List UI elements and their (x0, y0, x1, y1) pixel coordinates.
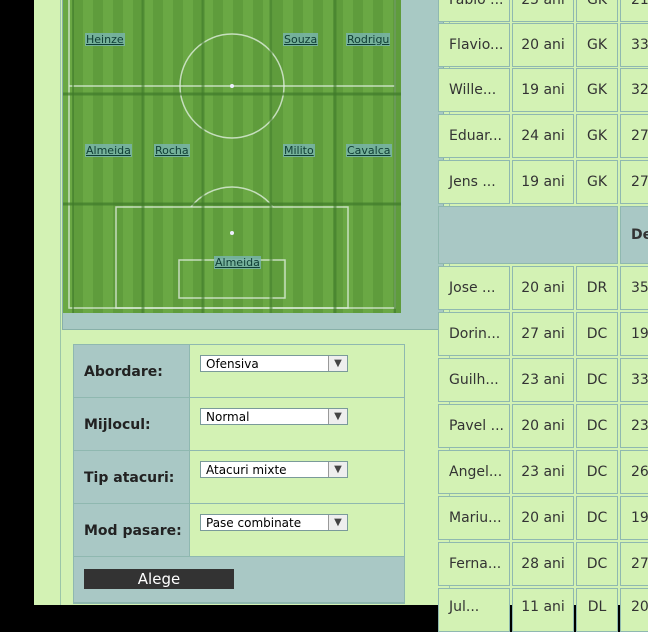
player-pos-cell: GK (576, 23, 618, 67)
player-extra-cell: 27 (620, 542, 648, 586)
select-value: Normal (206, 410, 250, 424)
player-heinze[interactable]: Heinze (85, 33, 125, 46)
player-name-cell[interactable]: Eduar... (438, 114, 510, 158)
player-pos-cell: DC (576, 450, 618, 494)
football-pitch: Heinze Souza Rodrigu Almeida Rocha Milit… (63, 0, 401, 313)
player-pos-cell: DC (576, 404, 618, 448)
player-rodrigu[interactable]: Rodrigu (346, 33, 391, 46)
player-souza[interactable]: Souza (283, 33, 319, 46)
squad-table: Fablo ... 25 ani GK 21 Flavio... 20 ani … (438, 0, 648, 632)
chevron-down-icon: ▼ (328, 462, 347, 477)
player-age-cell: 27 ani (512, 312, 574, 356)
player-pos-cell: DL (576, 588, 618, 632)
player-name-cell[interactable]: Jens ... (438, 160, 510, 204)
player-age-cell: 11 ani (512, 588, 574, 632)
player-milito[interactable]: Milito (283, 144, 315, 157)
player-extra-cell: 32 (620, 68, 648, 112)
player-name-cell[interactable]: Ferna... (438, 542, 510, 586)
player-name-cell[interactable]: Pavel ... (438, 404, 510, 448)
player-extra-cell: 26 (620, 450, 648, 494)
player-age-cell: 20 ani (512, 266, 574, 310)
tip-atacuri-select[interactable]: Atacuri mixte ▼ (200, 461, 348, 478)
player-extra-cell: 19 (620, 496, 648, 540)
chevron-down-icon: ▼ (328, 515, 347, 530)
mod-pasare-select[interactable]: Pase combinate ▼ (200, 514, 348, 531)
player-name-cell[interactable]: Mariu... (438, 496, 510, 540)
player-extra-cell: 23 (620, 404, 648, 448)
tactic-value-cell: Ofensiva ▼ (190, 345, 404, 397)
chevron-down-icon: ▼ (328, 409, 347, 424)
select-value: Pase combinate (206, 516, 302, 530)
player-pos-cell: DC (576, 496, 618, 540)
player-almeida-gk[interactable]: Almeida (214, 256, 261, 269)
player-age-cell: 19 ani (512, 160, 574, 204)
player-name-cell[interactable]: Flavio... (438, 23, 510, 67)
section-header-defenders: De (620, 206, 648, 264)
player-extra-cell: 27 (620, 114, 648, 158)
mijlocul-select[interactable]: Normal ▼ (200, 408, 348, 425)
tactic-value-cell: Atacuri mixte ▼ (190, 451, 404, 503)
player-name-cell[interactable]: Guilh... (438, 358, 510, 402)
player-pos-cell: GK (576, 114, 618, 158)
abordare-select[interactable]: Ofensiva ▼ (200, 355, 348, 372)
player-pos-cell: DR (576, 266, 618, 310)
player-pos-cell: DC (576, 358, 618, 402)
player-cavalca[interactable]: Cavalca (346, 144, 392, 157)
player-extra-cell: 33 (620, 358, 648, 402)
tactic-row-mod-pasare: Mod pasare: Pase combinate ▼ (74, 504, 404, 557)
player-name-cell[interactable]: Jul... (438, 588, 510, 632)
player-name-cell[interactable]: Fablo ... (438, 0, 510, 22)
player-extra-cell: 33 (620, 23, 648, 67)
player-pos-cell: GK (576, 0, 618, 22)
player-age-cell: 23 ani (512, 450, 574, 494)
alege-button[interactable]: Alege (84, 569, 234, 589)
player-age-cell: 28 ani (512, 542, 574, 586)
select-value: Ofensiva (206, 357, 259, 371)
tactics-panel: Heinze Souza Rodrigu Almeida Rocha Milit… (60, 0, 450, 605)
player-age-cell: 20 ani (512, 23, 574, 67)
player-extra-cell: 35 (620, 266, 648, 310)
player-pos-cell: DC (576, 542, 618, 586)
player-age-cell: 23 ani (512, 358, 574, 402)
player-name-cell[interactable]: Dorin... (438, 312, 510, 356)
player-extra-cell: 21 (620, 0, 648, 22)
player-pos-cell: GK (576, 160, 618, 204)
tactic-row-abordare: Abordare: Ofensiva ▼ (74, 345, 404, 398)
player-extra-cell: 19 (620, 312, 648, 356)
tactic-label: Mijlocul: (74, 398, 190, 450)
player-rocha[interactable]: Rocha (154, 144, 190, 157)
tactics-form: Abordare: Ofensiva ▼ Mijlocul: Normal ▼ Ti… (73, 344, 405, 604)
player-almeida-mid[interactable]: Almeida (85, 144, 132, 157)
player-age-cell: 20 ani (512, 496, 574, 540)
player-age-cell: 19 ani (512, 68, 574, 112)
tactic-label: Abordare: (74, 345, 190, 397)
tactic-label: Tip atacuri: (74, 451, 190, 503)
player-age-cell: 20 ani (512, 404, 574, 448)
tactic-value-cell: Pase combinate ▼ (190, 504, 404, 556)
player-name-cell[interactable]: Angel... (438, 450, 510, 494)
player-pos-cell: GK (576, 68, 618, 112)
pitch-frame: Heinze Souza Rodrigu Almeida Rocha Milit… (62, 0, 444, 330)
player-name-cell[interactable]: Wille... (438, 68, 510, 112)
submit-row: Alege (74, 557, 404, 603)
select-value: Atacuri mixte (206, 463, 287, 477)
chevron-down-icon: ▼ (328, 356, 347, 371)
section-header-blank (438, 206, 618, 264)
player-age-cell: 25 ani (512, 0, 574, 22)
player-extra-cell: 20 (620, 588, 648, 632)
tactic-row-mijlocul: Mijlocul: Normal ▼ (74, 398, 404, 451)
tactic-value-cell: Normal ▼ (190, 398, 404, 450)
tactic-row-tip-atacuri: Tip atacuri: Atacuri mixte ▼ (74, 451, 404, 504)
player-age-cell: 24 ani (512, 114, 574, 158)
tactic-label: Mod pasare: (74, 504, 190, 556)
player-extra-cell: 27 (620, 160, 648, 204)
player-pos-cell: DC (576, 312, 618, 356)
player-name-cell[interactable]: Jose ... (438, 266, 510, 310)
page-background: Heinze Souza Rodrigu Almeida Rocha Milit… (34, 0, 648, 632)
